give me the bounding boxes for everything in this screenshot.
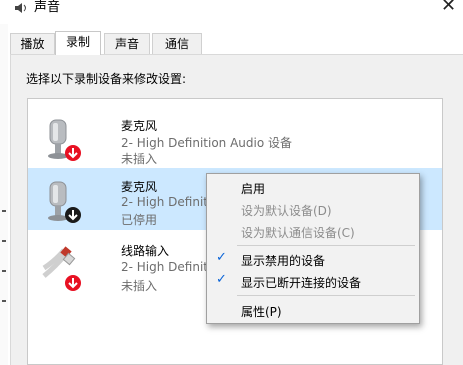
device-status: 未插入 <box>121 279 158 293</box>
menu-separator <box>237 245 415 246</box>
menu-item-show-disabled[interactable]: ✓ 显示禁用的设备 <box>207 249 419 269</box>
device-name: 麦克风 <box>121 119 158 133</box>
tab-sounds[interactable]: 声音 <box>104 33 150 54</box>
device-status: 未插入 <box>121 152 158 166</box>
tab-communications[interactable]: 通信 <box>152 33 202 54</box>
edge-mark <box>2 240 6 242</box>
menu-item-label: 启用 <box>241 182 266 196</box>
edge-mark <box>2 300 6 302</box>
speaker-app-icon <box>15 3 26 13</box>
menu-item-label: 设为默认设备(D) <box>241 204 332 218</box>
background-window-edge <box>0 24 8 365</box>
menu-item-label: 设为默认通信设备(C) <box>241 226 355 240</box>
menu-item-label: 显示禁用的设备 <box>241 254 326 268</box>
menu-item-show-disconnected[interactable]: ✓ 显示已断开连接的设备 <box>207 271 419 291</box>
device-status: 已停用 <box>121 213 158 227</box>
line-in-cable-icon <box>42 246 81 291</box>
checkmark-icon: ✓ <box>216 272 227 287</box>
checkmark-icon: ✓ <box>216 250 227 265</box>
context-menu: 启用 设为默认设备(D) 设为默认通信设备(C) ✓ 显示禁用的设备 ✓ 显示已… <box>206 173 420 324</box>
device-name: 线路输入 <box>121 244 170 258</box>
window-title: 声音 <box>34 0 61 15</box>
menu-item-label: 属性(P) <box>241 305 282 319</box>
list-item-microphone-1[interactable]: 麦克风 2- High Definition Audio 设备 未插入 <box>28 106 442 168</box>
close-button[interactable]: ✕ <box>441 0 456 15</box>
menu-item-set-default-comm: 设为默认通信设备(C) <box>207 221 419 241</box>
edge-mark <box>2 210 6 212</box>
device-name: 麦克风 <box>121 180 158 194</box>
microphone-icon <box>48 181 81 223</box>
tab-playback[interactable]: 播放 <box>10 33 55 54</box>
device-driver: 2- High Definition Audio 设备 <box>121 136 293 150</box>
tab-recording[interactable]: 录制 <box>55 31 101 55</box>
menu-item-properties[interactable]: 属性(P) <box>207 300 419 320</box>
instruction-label: 选择以下录制设备来修改设置: <box>26 72 187 86</box>
menu-separator <box>237 295 415 296</box>
menu-item-set-default: 设为默认设备(D) <box>207 199 419 219</box>
title-bar: 声音 ✕ <box>0 0 463 24</box>
microphone-icon <box>48 119 81 161</box>
menu-item-enable[interactable]: 启用 <box>207 177 419 197</box>
menu-item-label: 显示已断开连接的设备 <box>241 276 362 290</box>
edge-mark <box>2 270 6 272</box>
